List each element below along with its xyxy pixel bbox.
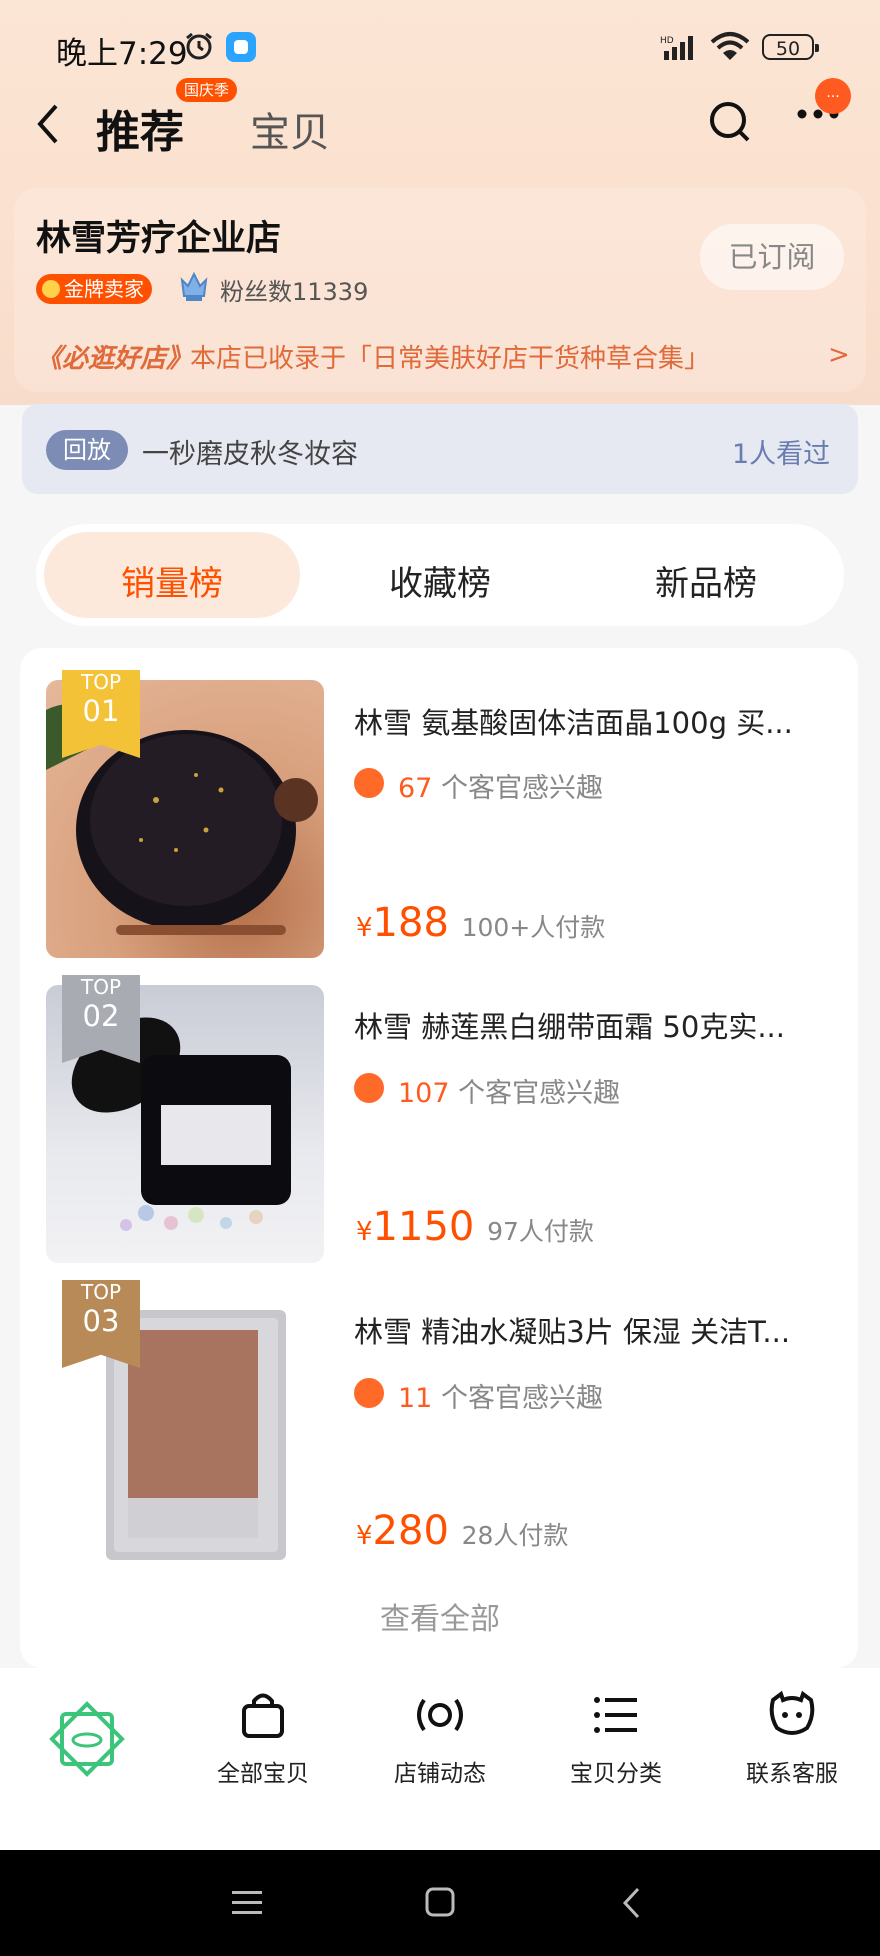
must-visit-label: 《必逛好店》 [36,344,193,374]
tab-recommend[interactable]: 推荐 [96,96,184,160]
back-icon[interactable] [34,102,64,146]
interest-text: 67 个客官感兴趣 [398,766,603,805]
nav-all-items[interactable]: 全部宝贝 [193,1690,333,1788]
status-time: 晚上7:29 [56,36,188,72]
alarm-icon [186,32,212,60]
tab-favorites-rank[interactable]: 收藏榜 [312,556,568,605]
nav-item-categories[interactable]: 宝贝分类 [546,1690,686,1788]
viewed-count: 1人看过 [732,439,831,470]
product-title[interactable]: 林雪 氨基酸固体洁面晶100g 买... [354,700,793,742]
menu-icon[interactable] [230,1888,264,1918]
interest-text: 11 个客官感兴趣 [398,1376,603,1415]
rank-badge-label: TOP [80,1280,122,1304]
rank-number: 01 [82,694,120,728]
interest-label: 个客官感兴趣 [440,1383,603,1414]
nav-label: 宝贝分类 [570,1761,662,1787]
fire-icon [354,768,384,798]
search-icon[interactable] [708,100,752,144]
shopping-bag-icon [242,1693,284,1738]
wifi-icon [710,32,750,60]
collection-link[interactable]: 本店已收录于「日常美肤好店干货种草合集」 [190,338,710,375]
rank-badge-label: TOP [80,670,122,694]
nav-label: 联系客服 [746,1761,838,1787]
broadcast-icon [417,1698,463,1732]
svg-text:HD: HD [660,36,674,46]
crown-icon [180,271,208,301]
shop-name: 林雪芳疗企业店 [36,219,282,259]
gold-seller-label: 金牌卖家 [64,277,144,301]
fire-icon [354,1073,384,1103]
festival-badge: 国庆季 [176,78,238,102]
medal-icon [42,280,60,298]
interest-label: 个客官感兴趣 [458,1078,621,1109]
home-icon[interactable] [424,1886,456,1918]
list-icon [594,1697,637,1733]
replay-title[interactable]: 一秒磨皮秋冬妆容 [142,432,358,471]
back-nav-icon[interactable] [620,1886,644,1920]
product-title[interactable]: 林雪 赫莲黑白绷带面霜 50克实... [354,1004,785,1046]
view-all-button[interactable]: 查看全部 [0,1594,880,1638]
signal-icon: HD [660,36,693,60]
system-nav-bar [0,1850,880,1956]
rank-number: 03 [82,1304,120,1338]
chevron-right-icon[interactable]: > [828,340,850,370]
nav-label: 店铺动态 [394,1761,486,1787]
replay-badge: 回放 [46,430,128,470]
price-value: 1150 [372,1204,475,1250]
interest-label: 个客官感兴趣 [440,773,603,804]
nav-customer-service[interactable]: 联系客服 [722,1690,862,1788]
paid-count: 28人付款 [461,1521,569,1550]
fire-icon [354,1378,384,1408]
gold-seller-badge: 金牌卖家 [36,274,152,304]
product-title[interactable]: 林雪 精油水凝贴3片 保湿 关洁T... [354,1309,790,1351]
product-price: ¥188 100+人付款 [356,900,605,946]
interest-count: 107 [398,1078,450,1109]
tab-items[interactable]: 宝贝 [250,100,330,158]
rank-badge: TOP 01 [62,670,140,758]
paid-count: 97人付款 [487,1217,594,1246]
chat-bubble-icon [769,1690,815,1735]
rank-badge-label: TOP [80,975,122,999]
fans-count: 粉丝数11339 [220,278,369,306]
currency-symbol: ¥ [356,1217,373,1247]
interest-text: 107 个客官感兴趣 [398,1071,620,1110]
currency-symbol: ¥ [356,913,373,943]
tab-new-rank[interactable]: 新品榜 [578,556,834,605]
product-price: ¥280 28人付款 [356,1508,568,1554]
price-value: 188 [372,900,449,946]
shop-logo[interactable] [48,1700,126,1778]
paid-count: 100+人付款 [461,913,606,942]
interest-count: 67 [398,773,433,804]
price-value: 280 [372,1508,449,1554]
currency-symbol: ¥ [356,1521,373,1551]
nav-label: 全部宝贝 [217,1761,309,1787]
battery-indicator: 50 [762,34,819,60]
tab-sales-rank[interactable]: 销量榜 [44,556,300,605]
app-notification-icon [226,32,256,62]
rank-number: 02 [82,999,120,1033]
nav-shop-updates[interactable]: 店铺动态 [370,1690,510,1788]
product-price: ¥1150 97人付款 [356,1204,594,1250]
notification-badge: ... [815,78,851,114]
subscribe-button[interactable]: 已订阅 [700,224,844,290]
interest-count: 11 [398,1383,433,1414]
